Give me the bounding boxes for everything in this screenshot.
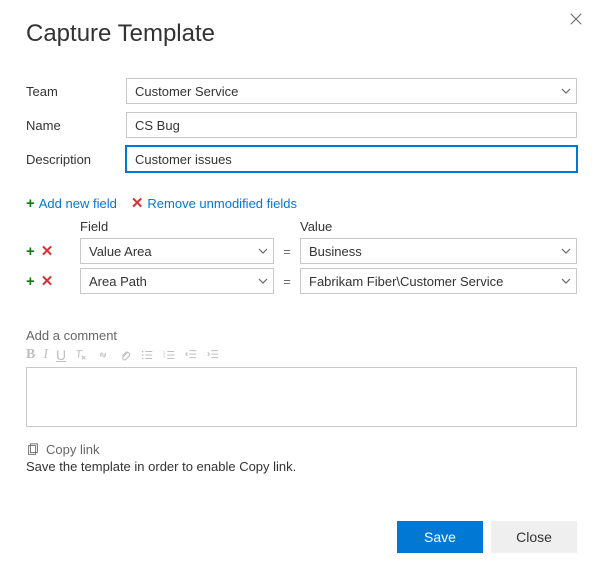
link-icon[interactable] [96, 348, 110, 362]
plus-icon[interactable]: + [26, 243, 35, 260]
copy-link-label: Copy link [46, 442, 99, 457]
field-col-header: Field [80, 219, 274, 234]
name-label: Name [26, 118, 126, 133]
equals-sign: = [274, 274, 300, 289]
close-button[interactable]: Close [491, 521, 577, 553]
field-row: + ✕ = [26, 268, 577, 294]
x-icon: ✕ [131, 196, 144, 211]
plus-icon: + [26, 196, 35, 211]
plus-icon[interactable]: + [26, 273, 35, 290]
name-row: Name [26, 112, 577, 138]
team-row: Team [26, 78, 577, 104]
field-value-select[interactable] [300, 238, 577, 264]
comment-section: Add a comment B I U 12 [26, 328, 577, 430]
save-button[interactable]: Save [397, 521, 483, 553]
indent-icon[interactable] [206, 348, 220, 362]
italic-icon[interactable]: I [43, 347, 48, 363]
description-input[interactable] [126, 146, 577, 172]
team-select[interactable] [126, 78, 577, 104]
numbered-list-icon[interactable]: 12 [162, 348, 176, 362]
value-col-header: Value [300, 219, 577, 234]
description-row: Description [26, 146, 577, 172]
dialog-footer: Save Close [397, 521, 577, 553]
bullet-list-icon[interactable] [140, 348, 154, 362]
x-icon[interactable]: ✕ [41, 242, 54, 260]
x-icon[interactable]: ✕ [41, 272, 54, 290]
add-field-button[interactable]: + Add new field [26, 196, 117, 211]
svg-text:2: 2 [163, 354, 166, 359]
remove-unmodified-button[interactable]: ✕ Remove unmodified fields [131, 196, 297, 211]
copy-icon [26, 443, 40, 457]
clear-format-icon[interactable] [74, 348, 88, 362]
bold-icon[interactable]: B [26, 347, 35, 363]
copy-link-button[interactable]: Copy link [26, 442, 577, 457]
field-name-select[interactable] [80, 268, 274, 294]
comment-label: Add a comment [26, 328, 577, 343]
field-row: + ✕ = [26, 238, 577, 264]
attachment-icon[interactable] [118, 348, 132, 362]
equals-sign: = [274, 244, 300, 259]
editor-toolbar: B I U 12 [26, 347, 577, 363]
underline-icon[interactable]: U [56, 347, 66, 363]
team-label: Team [26, 84, 126, 99]
description-label: Description [26, 152, 126, 167]
field-value-select[interactable] [300, 268, 577, 294]
remove-unmodified-label: Remove unmodified fields [147, 196, 297, 211]
copy-link-hint: Save the template in order to enable Cop… [26, 459, 577, 474]
close-icon[interactable] [569, 12, 585, 28]
fields-header: Field Value [80, 219, 577, 234]
field-actions: + Add new field ✕ Remove unmodified fiel… [26, 196, 577, 211]
dialog-title: Capture Template [26, 20, 577, 48]
add-field-label: Add new field [39, 196, 117, 211]
name-input[interactable] [126, 112, 577, 138]
outdent-icon[interactable] [184, 348, 198, 362]
comment-textarea[interactable] [26, 367, 577, 427]
field-name-select[interactable] [80, 238, 274, 264]
